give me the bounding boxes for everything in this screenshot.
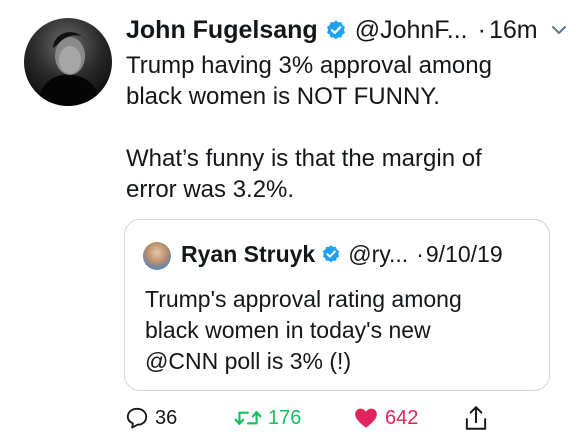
quoted-author-handle: @ry... (348, 240, 409, 267)
reply-icon (126, 407, 148, 429)
tweet-timestamp[interactable]: 16m (489, 16, 538, 45)
quoted-author-name: Ryan Struyk (181, 240, 316, 267)
retweet-count: 176 (268, 406, 302, 429)
quoted-text: Trump's approval rating among black wome… (145, 286, 462, 374)
author-name[interactable]: John Fugelsang (126, 16, 318, 45)
tweet-text: Trump having 3% approval among black wom… (126, 52, 492, 203)
retweet-icon (234, 411, 262, 425)
retweet-button[interactable]: 176 (233, 400, 301, 436)
tweet[interactable]: John Fugelsang @JohnF... · 16m Trump hav… (0, 0, 576, 441)
like-button[interactable]: 642 (352, 400, 418, 436)
chevron-down-icon[interactable] (550, 21, 568, 39)
reply-count: 36 (155, 406, 178, 429)
share-button[interactable] (463, 400, 489, 436)
separator-dot: · (416, 240, 424, 267)
verified-icon (321, 244, 341, 264)
like-count: 642 (385, 406, 419, 429)
quoted-date: 9/10/19 (425, 240, 503, 267)
quoted-tweet[interactable]: Ryan Struyk @ry... · 9/10/19 Trump's app… (124, 219, 550, 391)
tweet-header: John Fugelsang @JohnF... · 16m (126, 12, 566, 48)
like-icon (355, 408, 377, 428)
reply-button[interactable]: 36 (124, 400, 177, 436)
action-bar: 36 176 642 (0, 400, 576, 436)
verified-icon (325, 19, 347, 41)
quoted-header: Ryan Struyk @ry... · 9/10/19 (181, 237, 503, 271)
quoted-avatar[interactable] (143, 242, 171, 270)
author-handle[interactable]: @JohnF... (355, 16, 468, 45)
share-icon (465, 406, 487, 430)
separator-dot: · (477, 15, 486, 44)
avatar[interactable] (24, 18, 112, 106)
